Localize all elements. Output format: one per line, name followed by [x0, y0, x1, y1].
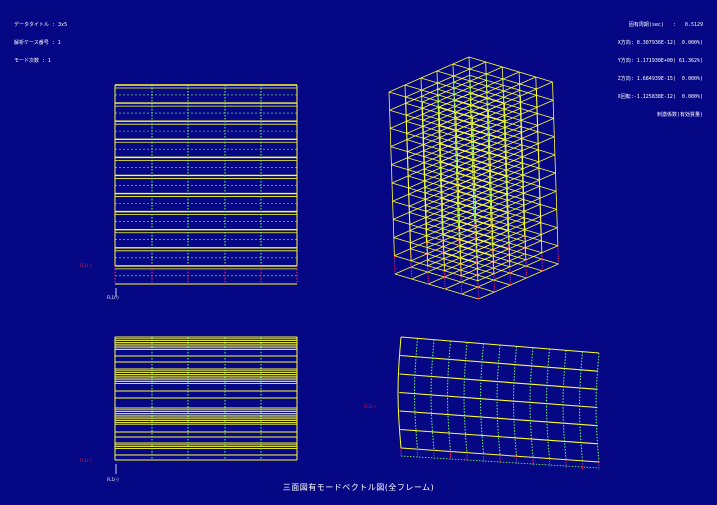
- iso-column: [405, 96, 412, 261]
- side-elevation-view: [397, 336, 600, 470]
- iso-ground-column: [444, 270, 446, 290]
- iso-beam: [468, 56, 553, 83]
- side-beam: [399, 373, 598, 390]
- level-label-side: FL1(-): [364, 404, 376, 409]
- iso-ground-column: [541, 252, 543, 272]
- front-elevation-view: [114, 84, 298, 297]
- iso-column: [552, 81, 559, 246]
- iso-ground-column: [393, 255, 396, 275]
- iso-ground-column: [509, 266, 511, 286]
- plan-view: [114, 336, 298, 474]
- iso-ground-column: [410, 260, 413, 280]
- iso-ground-column: [493, 273, 495, 293]
- frame-drawing: FL1(-) FL1(-) FL1(-) FL1(-) FL1(-): [80, 56, 600, 482]
- iso-beam: [452, 63, 537, 90]
- iso-beam: [394, 273, 479, 300]
- side-column: [595, 352, 600, 463]
- iso-beam: [410, 266, 495, 293]
- iso-ground-column: [477, 280, 479, 300]
- level-label-front: FL1(-): [80, 263, 92, 268]
- side-beam: [399, 391, 598, 409]
- iso-column: [388, 91, 395, 256]
- iso-ground-column: [460, 275, 463, 295]
- isometric-3d-view: [388, 56, 559, 300]
- side-beam: [399, 410, 598, 427]
- iso-column: [422, 101, 429, 266]
- axis-label-front: FL1(-): [107, 295, 119, 300]
- iso-ground-column: [525, 259, 527, 279]
- iso-ground-column: [557, 245, 559, 265]
- iso-beam: [436, 70, 521, 97]
- diagram-caption: 三面図有モードベクトル図(全フレーム): [282, 483, 435, 492]
- iso-ground-column: [427, 265, 429, 285]
- iso-column: [536, 88, 543, 253]
- level-label-plan: FL1(-): [80, 458, 92, 463]
